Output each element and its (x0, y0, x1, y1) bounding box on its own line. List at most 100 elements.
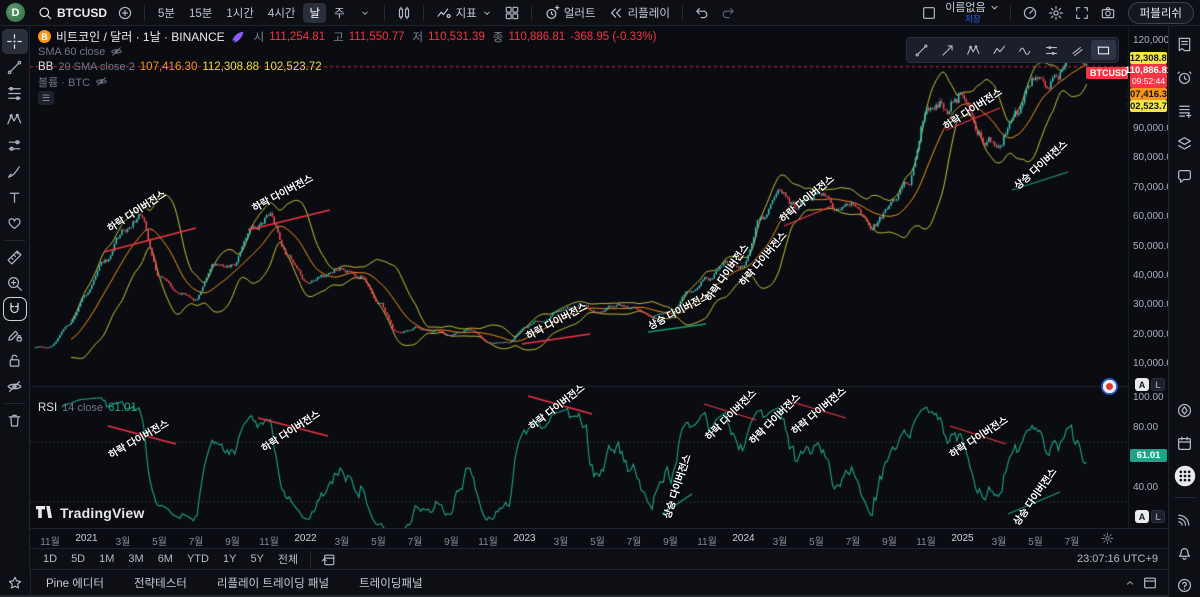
replay-button[interactable]: 리플레이 (603, 2, 675, 24)
bottom-tab-전략테스터[interactable]: 전략테스터 (119, 569, 202, 596)
tradingview-logo[interactable]: TradingView (35, 503, 144, 522)
fav-pattern-icon[interactable] (961, 40, 986, 60)
range-button-5D[interactable]: 5D (64, 552, 92, 566)
range-button-YTD[interactable]: YTD (180, 552, 216, 566)
layout-square-button[interactable] (917, 2, 941, 24)
undo-button[interactable] (690, 2, 714, 24)
eye-off-icon[interactable] (95, 75, 108, 88)
community-apps-icon[interactable] (1173, 464, 1197, 488)
collapse-panel-button[interactable] (1124, 577, 1136, 589)
chart-area[interactable]: B 비트코인 / 달러 · 1날 · BINANCE 시111,254.81 고… (30, 26, 1128, 528)
interval-button-4시간[interactable]: 4시간 (262, 3, 302, 23)
redo-button[interactable] (716, 2, 740, 24)
chart-style-button[interactable] (392, 2, 416, 24)
watchlist-panel-icon[interactable] (1173, 32, 1197, 56)
price-axis[interactable]: 120,000.0090,000.0080,000.0070,000.0060,… (1128, 26, 1168, 528)
bottom-tab-리플레이-트레이딩-패널[interactable]: 리플레이 트레이딩 패널 (202, 569, 344, 596)
fav-horizontal-line-icon[interactable] (1039, 40, 1064, 60)
symbol-search-button[interactable]: BTCUSD (33, 5, 111, 21)
fib-retracement-tool-icon[interactable] (2, 81, 28, 106)
quick-search-button[interactable] (1018, 2, 1042, 24)
remove-objects-tool-icon[interactable] (2, 408, 28, 433)
news-panel-icon[interactable] (1173, 98, 1197, 122)
fav-zigzag-icon[interactable] (987, 40, 1012, 60)
brush-tool-icon[interactable] (2, 159, 28, 184)
volume-legend-row[interactable]: 볼륨 · BTC (38, 74, 656, 89)
trend-line-tool-icon[interactable] (2, 55, 28, 80)
favorites-star-button[interactable] (0, 569, 31, 596)
flag-roundel-icon[interactable] (1101, 378, 1118, 395)
publish-button[interactable]: 퍼블리쉬 (1128, 2, 1194, 24)
goto-date-button[interactable] (316, 548, 340, 570)
calendar-panel-icon[interactable] (1173, 431, 1197, 455)
indicators-button[interactable]: 지표 (431, 2, 498, 24)
range-button-전체[interactable]: 전체 (271, 550, 305, 568)
interval-dropdown-button[interactable] (353, 2, 377, 24)
range-button-1D[interactable]: 1D (36, 552, 64, 566)
window-restore-button[interactable] (1142, 575, 1158, 591)
bottom-tab-Pine-에디터[interactable]: Pine 에디터 (31, 569, 119, 596)
eye-off-icon[interactable] (110, 45, 123, 58)
indicator-icon (436, 5, 452, 21)
interval-button-주[interactable]: 주 (328, 3, 351, 23)
emoji-tool-icon[interactable] (2, 211, 28, 236)
ideas-panel-icon[interactable] (1173, 398, 1197, 422)
forecast-tool-icon[interactable] (2, 133, 28, 158)
fav-trend-line-icon[interactable] (909, 40, 934, 60)
settings-button[interactable] (1044, 2, 1068, 24)
interval-button-5분[interactable]: 5분 (152, 3, 181, 23)
streams-panel-icon[interactable] (1173, 507, 1197, 531)
help-button-icon[interactable] (1173, 573, 1197, 597)
range-button-1M[interactable]: 1M (92, 552, 121, 566)
time-axis-settings-icon[interactable] (1101, 532, 1114, 545)
bb-lower-value: 102,523.72 (264, 61, 322, 73)
compare-symbol-button[interactable] (113, 2, 137, 24)
text-tool-icon[interactable] (2, 185, 28, 210)
lock-drawings-tool-icon[interactable] (2, 348, 28, 373)
magnet-tool-icon[interactable] (3, 297, 27, 321)
snapshot-button[interactable] (1096, 2, 1120, 24)
fav-wave-icon[interactable] (1013, 40, 1038, 60)
time-axis[interactable]: 11월20213월5월7월9월11월20223월5월7월9월11월20233월5… (30, 528, 1168, 548)
measure-tool-icon[interactable] (2, 245, 28, 270)
high-value: 111,550.77 (349, 31, 405, 43)
chat-panel-icon[interactable] (1173, 164, 1197, 188)
clock-label[interactable]: 23:07:16 UTC+9 (1077, 553, 1158, 565)
hide-drawings-tool-icon[interactable] (2, 374, 28, 399)
range-button-6M[interactable]: 6M (151, 552, 180, 566)
interval-button-날[interactable]: 날 (303, 3, 326, 23)
range-button-1Y[interactable]: 1Y (216, 552, 243, 566)
time-tick: 3월 (335, 533, 350, 548)
fav-arrow-icon[interactable] (935, 40, 960, 60)
symbol-legend-row[interactable]: B 비트코인 / 달러 · 1날 · BINANCE 시111,254.81 고… (38, 29, 656, 44)
range-button-5Y[interactable]: 5Y (243, 552, 270, 566)
bb-legend-row[interactable]: BB 20 SMA close 2 107,416.30 112,308.88 … (38, 59, 656, 74)
layout-name-button[interactable]: 이름없음 저장 (943, 1, 1002, 24)
log-scale-button[interactable]: L (1151, 510, 1165, 523)
object-tree-panel-icon[interactable] (1173, 131, 1197, 155)
alert-button[interactable]: 얼러트 (539, 2, 601, 24)
auto-scale-button[interactable]: A (1135, 510, 1149, 523)
fullscreen-button[interactable] (1070, 2, 1094, 24)
sma-legend-row[interactable]: SMA 60 close (38, 44, 656, 59)
interval-button-15분[interactable]: 15분 (183, 3, 218, 23)
xabcd-pattern-tool-icon[interactable] (2, 107, 28, 132)
legend-more-button[interactable]: ☰ (38, 91, 54, 105)
user-avatar[interactable]: D (6, 3, 25, 22)
interval-button-1시간[interactable]: 1시간 (220, 3, 260, 23)
layout-grid-button[interactable] (500, 2, 524, 24)
stay-in-drawing-mode-tool-icon[interactable] (2, 322, 28, 347)
range-button-3M[interactable]: 3M (121, 552, 150, 566)
rsi-legend-row[interactable]: RSI 14 close 61.01 (38, 400, 137, 415)
bottom-tab-트레이딩패널[interactable]: 트레이딩패널 (344, 569, 437, 596)
zoom-in-tool-icon[interactable] (2, 271, 28, 296)
fav-parallel-channel-icon[interactable] (1065, 40, 1090, 60)
alerts-panel-icon[interactable] (1173, 65, 1197, 89)
notifications-icon[interactable] (1173, 540, 1197, 564)
fav-rectangle-icon[interactable] (1091, 40, 1116, 60)
log-scale-button[interactable]: L (1151, 378, 1165, 391)
time-tick: 7월 (846, 533, 861, 548)
auto-scale-button[interactable]: A (1135, 378, 1149, 391)
save-link[interactable]: 저장 (965, 14, 981, 24)
crosshair-tool-icon[interactable] (2, 29, 28, 54)
